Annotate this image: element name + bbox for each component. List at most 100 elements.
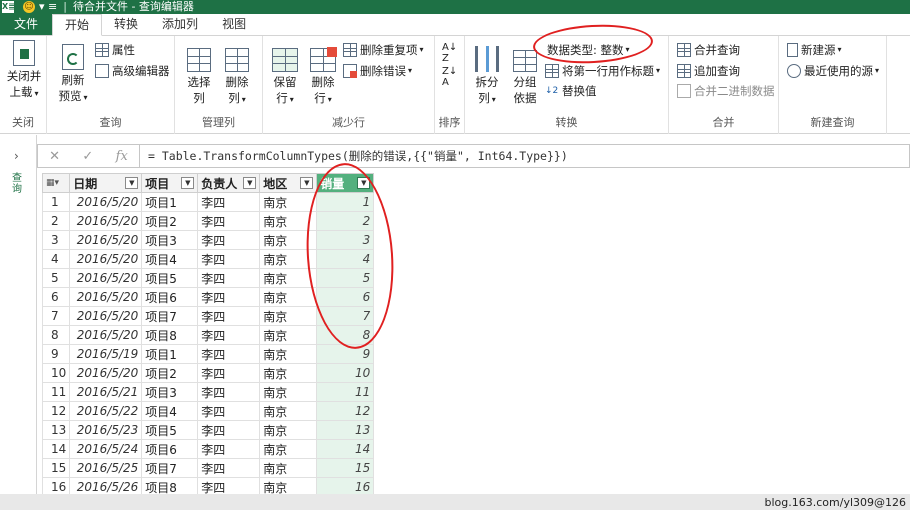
table-row[interactable]: 6 2016/5/20 项目6 李四 南京 6 (41, 287, 375, 307)
table-row[interactable]: 9 2016/5/19 项目1 李四 南京 9 (41, 344, 375, 364)
row-number[interactable]: 15 (41, 458, 71, 478)
merge-queries-button[interactable]: 合并查询 (677, 42, 740, 58)
table-row[interactable]: 5 2016/5/20 项目5 李四 南京 5 (41, 268, 375, 288)
cell-date[interactable]: 2016/5/20 (69, 325, 143, 345)
tab-transform[interactable]: 转换 (102, 14, 150, 35)
cell-sales[interactable]: 10 (316, 363, 375, 383)
cancel-formula-icon[interactable]: ✕ (49, 149, 60, 164)
split-column-button[interactable]: 拆分 列 ▾ (469, 40, 505, 108)
cell-date[interactable]: 2016/5/20 (69, 249, 143, 269)
cell-project[interactable]: 项目1 (141, 192, 199, 212)
tab-add-column[interactable]: 添加列 (150, 14, 210, 35)
cell-region[interactable]: 南京 (259, 420, 318, 440)
cell-region[interactable]: 南京 (259, 401, 318, 421)
cell-project[interactable]: 项目5 (141, 420, 199, 440)
table-row[interactable]: 2 2016/5/20 项目2 李四 南京 2 (41, 211, 375, 231)
table-row[interactable]: 8 2016/5/20 项目8 李四 南京 8 (41, 325, 375, 345)
use-first-row-headers-button[interactable]: 将第一行用作标题 ▾ (545, 63, 660, 79)
new-source-button[interactable]: 新建源 ▾ (787, 42, 842, 58)
cell-date[interactable]: 2016/5/20 (69, 363, 143, 383)
cell-owner[interactable]: 李四 (197, 458, 261, 478)
cell-date[interactable]: 2016/5/20 (69, 192, 143, 212)
cell-sales[interactable]: 9 (316, 344, 375, 364)
cell-region[interactable]: 南京 (259, 325, 318, 345)
table-row[interactable]: 7 2016/5/20 项目7 李四 南京 7 (41, 306, 375, 326)
cell-region[interactable]: 南京 (259, 287, 318, 307)
recent-sources-button[interactable]: 最近使用的源 ▾ (787, 63, 879, 79)
cell-project[interactable]: 项目6 (141, 439, 199, 459)
table-row[interactable]: 3 2016/5/20 项目3 李四 南京 3 (41, 230, 375, 250)
cell-project[interactable]: 项目2 (141, 363, 199, 383)
cell-owner[interactable]: 李四 (197, 325, 261, 345)
cell-owner[interactable]: 李四 (197, 268, 261, 288)
table-corner-icon[interactable]: ▦▾ (41, 173, 71, 193)
cell-date[interactable]: 2016/5/22 (69, 401, 143, 421)
row-number[interactable]: 6 (41, 287, 71, 307)
row-number[interactable]: 7 (41, 306, 71, 326)
cell-region[interactable]: 南京 (259, 230, 318, 250)
cell-owner[interactable]: 李四 (197, 249, 261, 269)
cell-region[interactable]: 南京 (259, 211, 318, 231)
column-header-owner[interactable]: 负责人 ▼ (197, 173, 261, 193)
row-number[interactable]: 10 (41, 363, 71, 383)
cell-owner[interactable]: 李四 (197, 287, 261, 307)
table-row[interactable]: 11 2016/5/21 项目3 李四 南京 11 (41, 382, 375, 402)
row-number[interactable]: 9 (41, 344, 71, 364)
cell-owner[interactable]: 李四 (197, 363, 261, 383)
cell-owner[interactable]: 李四 (197, 306, 261, 326)
cell-owner[interactable]: 李四 (197, 230, 261, 250)
table-row[interactable]: 1 2016/5/20 项目1 李四 南京 1 (41, 192, 375, 212)
table-row[interactable]: 15 2016/5/25 项目7 李四 南京 15 (41, 458, 375, 478)
table-row[interactable]: 12 2016/5/22 项目4 李四 南京 12 (41, 401, 375, 421)
cell-date[interactable]: 2016/5/20 (69, 268, 143, 288)
cell-sales[interactable]: 12 (316, 401, 375, 421)
cell-project[interactable]: 项目2 (141, 211, 199, 231)
remove-errors-button[interactable]: 删除错误 ▾ (343, 63, 412, 79)
table-row[interactable]: 4 2016/5/20 项目4 李四 南京 4 (41, 249, 375, 269)
table-row[interactable]: 14 2016/5/24 项目6 李四 南京 14 (41, 439, 375, 459)
refresh-preview-button[interactable]: 刷新 预览 ▾ (53, 40, 93, 106)
cell-owner[interactable]: 李四 (197, 192, 261, 212)
cell-date[interactable]: 2016/5/25 (69, 458, 143, 478)
cell-owner[interactable]: 李四 (197, 439, 261, 459)
delete-rows-button[interactable]: 删除 行 ▾ (305, 40, 341, 108)
column-header-region[interactable]: 地区 ▼ (259, 173, 318, 193)
cell-project[interactable]: 项目3 (141, 230, 199, 250)
append-queries-button[interactable]: 追加查询 (677, 63, 740, 79)
row-number[interactable]: 13 (41, 420, 71, 440)
tab-home[interactable]: 开始 (52, 14, 103, 36)
properties-button[interactable]: 属性 (95, 42, 135, 58)
expand-chevron-icon[interactable]: › (14, 149, 19, 163)
cell-region[interactable]: 南京 (259, 268, 318, 288)
fx-icon[interactable]: fx (116, 149, 128, 164)
cell-project[interactable]: 项目1 (141, 344, 199, 364)
choose-columns-button[interactable]: 选择 列 (181, 40, 217, 106)
cell-project[interactable]: 项目5 (141, 268, 199, 288)
cell-region[interactable]: 南京 (259, 192, 318, 212)
remove-columns-button[interactable]: 删除 列 ▾ (219, 40, 255, 108)
filter-dropdown-icon[interactable]: ▼ (181, 177, 195, 189)
filter-dropdown-icon[interactable]: ▼ (300, 177, 314, 189)
cell-date[interactable]: 2016/5/23 (69, 420, 143, 440)
cell-project[interactable]: 项目4 (141, 401, 199, 421)
sort-descending-button[interactable]: Z↓ A (442, 66, 457, 88)
row-number[interactable]: 12 (41, 401, 71, 421)
cell-region[interactable]: 南京 (259, 363, 318, 383)
cell-owner[interactable]: 李四 (197, 401, 261, 421)
cell-project[interactable]: 项目6 (141, 287, 199, 307)
keep-rows-button[interactable]: 保留 行 ▾ (267, 40, 303, 108)
cell-date[interactable]: 2016/5/24 (69, 439, 143, 459)
column-header-sales[interactable]: 销量 ▼ (316, 173, 375, 193)
formula-input[interactable]: = Table.TransformColumnTypes(删除的错误,{{"销量… (140, 144, 910, 168)
row-number[interactable]: 2 (41, 211, 71, 231)
cell-owner[interactable]: 李四 (197, 382, 261, 402)
tab-file[interactable]: 文件 (0, 14, 53, 35)
table-row[interactable]: 13 2016/5/23 项目5 李四 南京 13 (41, 420, 375, 440)
cell-sales[interactable]: 1 (316, 192, 375, 212)
cell-project[interactable]: 项目7 (141, 458, 199, 478)
cell-owner[interactable]: 李四 (197, 344, 261, 364)
tab-view[interactable]: 视图 (210, 14, 258, 35)
cell-region[interactable]: 南京 (259, 458, 318, 478)
row-number[interactable]: 5 (41, 268, 71, 288)
column-header-date[interactable]: 日期 ▼ (69, 173, 143, 193)
